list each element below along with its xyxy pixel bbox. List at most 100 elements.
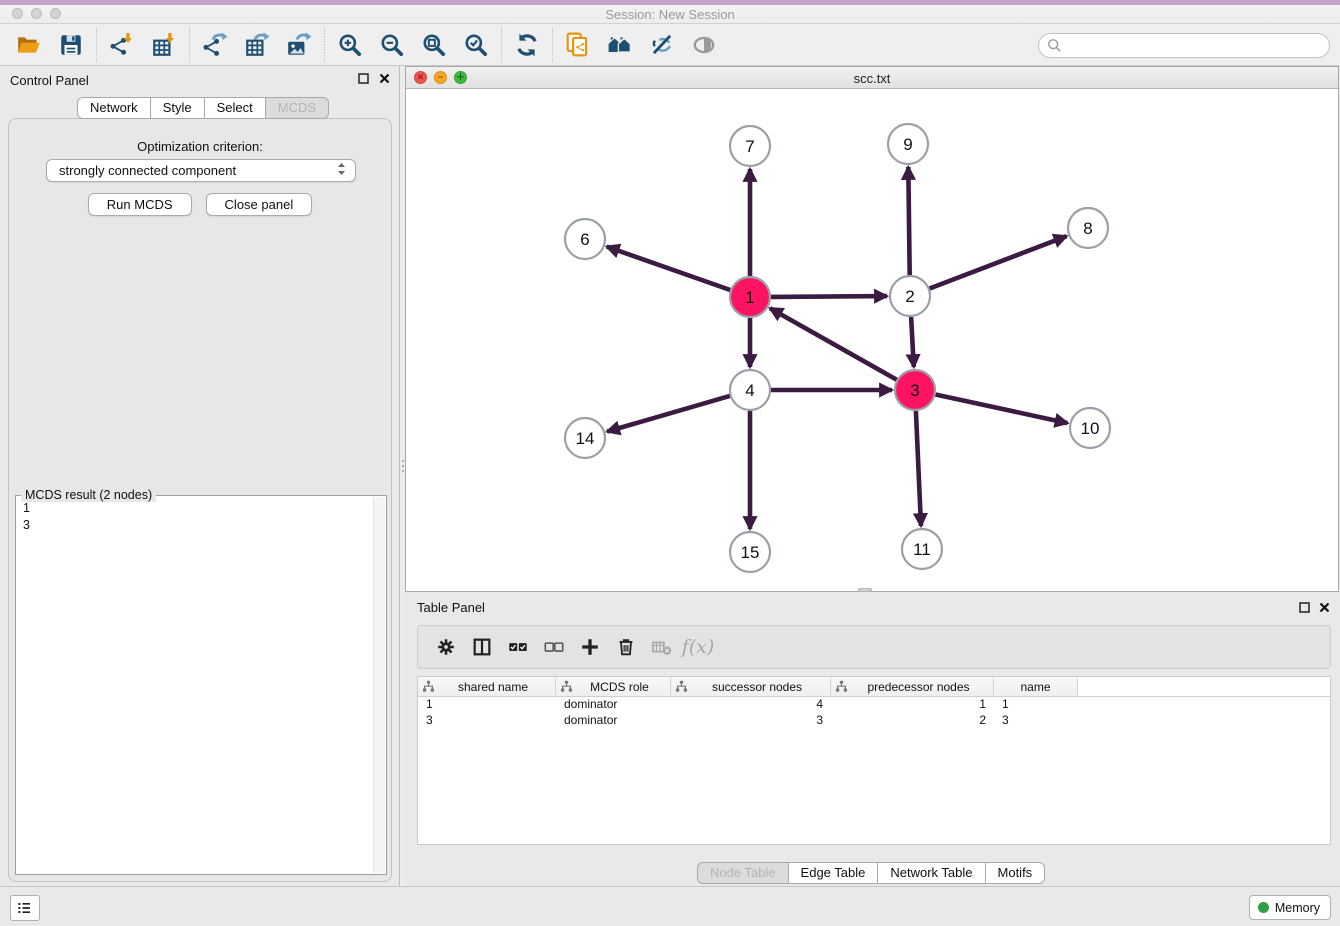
- graph-node-7[interactable]: 7: [730, 126, 770, 166]
- show-hide-panel-icon: [691, 32, 717, 58]
- graph-node-9[interactable]: 9: [888, 124, 928, 164]
- import-table-button[interactable]: [143, 27, 185, 63]
- table-cell[interactable]: dominator: [556, 697, 671, 713]
- search-box[interactable]: [1038, 33, 1330, 58]
- column-header-predecessor-nodes[interactable]: predecessor nodes: [831, 677, 994, 696]
- save-session-button[interactable]: [50, 27, 92, 63]
- tab-edge-table[interactable]: Edge Table: [789, 862, 879, 884]
- zoom-selected-button[interactable]: [455, 27, 497, 63]
- first-neighbors-icon: [607, 32, 633, 58]
- task-history-button[interactable]: [10, 895, 40, 921]
- table-cell[interactable]: 1: [994, 697, 1078, 713]
- table-cell[interactable]: dominator: [556, 713, 671, 729]
- tab-node-table[interactable]: Node Table: [697, 862, 789, 884]
- edge-2-3[interactable]: [911, 317, 914, 367]
- graph-node-14[interactable]: 14: [565, 418, 605, 458]
- tab-select[interactable]: Select: [205, 97, 266, 119]
- table-row[interactable]: 1dominator411: [418, 697, 1330, 713]
- node-label: 11: [913, 540, 931, 559]
- column-header-shared-name[interactable]: shared name: [418, 677, 556, 696]
- refresh-layout-button[interactable]: [506, 27, 548, 63]
- graph-node-3[interactable]: 3: [895, 370, 935, 410]
- table-cell[interactable]: 1: [418, 697, 556, 713]
- delete-column-button[interactable]: [608, 630, 644, 664]
- show-graphics-details-button[interactable]: [641, 27, 683, 63]
- edge-1-6[interactable]: [607, 247, 731, 290]
- memory-status-icon: [1258, 902, 1269, 913]
- optimization-criterion-select[interactable]: strongly connected component: [46, 159, 356, 182]
- add-column-icon: [579, 636, 601, 658]
- column-header-MCDS-role[interactable]: MCDS role: [556, 677, 671, 696]
- graph-node-15[interactable]: 15: [730, 532, 770, 572]
- table-header-row: shared nameMCDS rolesuccessor nodesprede…: [418, 677, 1330, 697]
- mcds-tab-content: Optimization criterion: strongly connect…: [8, 118, 392, 882]
- graph-node-2[interactable]: 2: [890, 276, 930, 316]
- function-builder-button[interactable]: f(x): [680, 630, 716, 664]
- zoom-in-button[interactable]: [329, 27, 371, 63]
- graph-node-10[interactable]: 10: [1070, 408, 1110, 448]
- table-cell[interactable]: 3: [994, 713, 1078, 729]
- column-header-name[interactable]: name: [994, 677, 1078, 696]
- graph-node-4[interactable]: 4: [730, 370, 770, 410]
- select-all-columns-button[interactable]: [500, 630, 536, 664]
- node-label: 14: [576, 429, 595, 448]
- tab-motifs[interactable]: Motifs: [986, 862, 1046, 884]
- network-canvas[interactable]: 7 9 6 8 1 2 4 3 14 10 15 11: [406, 89, 1338, 591]
- show-hide-panel-button[interactable]: [683, 27, 725, 63]
- zoom-fit-button[interactable]: [413, 27, 455, 63]
- toolbar-separator: [501, 28, 502, 62]
- memory-label: Memory: [1275, 901, 1320, 915]
- edge-3-10[interactable]: [936, 395, 1068, 424]
- edge-1-2[interactable]: [771, 296, 887, 297]
- export-image-button[interactable]: [278, 27, 320, 63]
- first-neighbors-button[interactable]: [599, 27, 641, 63]
- window-top-accent: [0, 0, 1340, 5]
- export-table-icon: [244, 32, 270, 58]
- graph-node-11[interactable]: 11: [902, 529, 942, 569]
- table-cell[interactable]: 1: [831, 697, 994, 713]
- search-input[interactable]: [1067, 39, 1321, 53]
- table-cell[interactable]: 3: [671, 713, 831, 729]
- open-file-button[interactable]: [8, 27, 50, 63]
- graph-node-8[interactable]: 8: [1068, 208, 1108, 248]
- column-type-icon: [560, 680, 573, 693]
- graph-node-6[interactable]: 6: [565, 219, 605, 259]
- column-header-successor-nodes[interactable]: successor nodes: [671, 677, 831, 696]
- result-scrollbar[interactable]: [373, 497, 385, 873]
- float-panel-icon[interactable]: [357, 72, 370, 85]
- close-panel-icon[interactable]: [378, 72, 391, 85]
- zoom-out-button[interactable]: [371, 27, 413, 63]
- tab-mcds[interactable]: MCDS: [266, 97, 329, 119]
- tab-network[interactable]: Network: [77, 97, 151, 119]
- edge-3-1[interactable]: [770, 308, 897, 379]
- new-network-from-selection-button[interactable]: [557, 27, 599, 63]
- table-row[interactable]: 3dominator323: [418, 713, 1330, 729]
- edge-3-11[interactable]: [916, 411, 921, 526]
- table-cell[interactable]: 4: [671, 697, 831, 713]
- table-cell[interactable]: 2: [831, 713, 994, 729]
- run-mcds-button[interactable]: Run MCDS: [88, 193, 192, 216]
- close-panel-button[interactable]: Close panel: [206, 193, 313, 216]
- column-settings-gear-button[interactable]: [428, 630, 464, 664]
- edge-2-9[interactable]: [908, 167, 909, 275]
- tab-style[interactable]: Style: [151, 97, 205, 119]
- table-panel: Table Panel f(x) shared nameMCDS rolesuc…: [405, 592, 1340, 886]
- table-cell[interactable]: 3: [418, 713, 556, 729]
- tab-network-table[interactable]: Network Table: [878, 862, 985, 884]
- edge-2-8[interactable]: [930, 236, 1067, 288]
- import-network-button[interactable]: [101, 27, 143, 63]
- delete-table-button[interactable]: [644, 630, 680, 664]
- edge-4-14[interactable]: [607, 396, 730, 432]
- node-label: 9: [903, 135, 912, 154]
- deselect-all-columns-button[interactable]: [536, 630, 572, 664]
- add-column-button[interactable]: [572, 630, 608, 664]
- column-layout-button[interactable]: [464, 630, 500, 664]
- close-table-panel-icon[interactable]: [1318, 601, 1331, 614]
- import-network-icon: [109, 32, 135, 58]
- memory-button[interactable]: Memory: [1249, 895, 1331, 920]
- float-table-panel-icon[interactable]: [1298, 601, 1311, 614]
- export-network-button[interactable]: [194, 27, 236, 63]
- zoom-fit-icon: [421, 32, 447, 58]
- graph-node-1[interactable]: 1: [730, 277, 770, 317]
- export-table-button[interactable]: [236, 27, 278, 63]
